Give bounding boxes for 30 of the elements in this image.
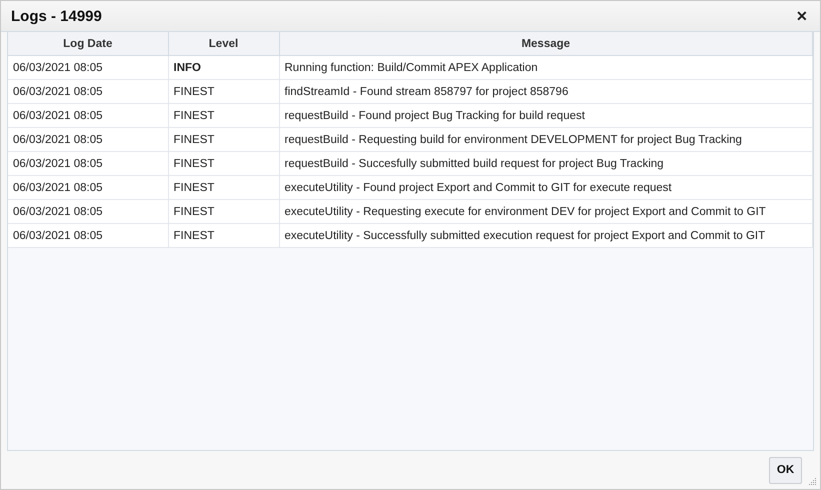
table-cell: requestBuild - Found project Bug Tracking for build request <box>279 104 812 128</box>
table-cell: executeUtility - Successfully submitted execution request for project Export and Commit to GIT <box>279 224 812 248</box>
table-cell: 06/03/2021 08:05 <box>8 176 168 200</box>
table-cell: FINEST <box>168 128 279 152</box>
window-title: Logs - 14999 <box>11 8 102 24</box>
table-cell: 06/03/2021 08:05 <box>8 224 168 248</box>
table-cell: executeUtility - Found project Export and Commit to GIT for execute request <box>279 176 812 200</box>
table-cell: FINEST <box>168 104 279 128</box>
column-header[interactable]: Message <box>279 32 812 56</box>
table-cell: 06/03/2021 08:05 <box>8 104 168 128</box>
table-cell: executeUtility - Requesting execute for environment DEV for project Export and Commit to GIT <box>279 200 812 224</box>
table-cell: FINEST <box>168 200 279 224</box>
table-cell: 06/03/2021 08:05 <box>8 56 168 80</box>
table-cell: findStreamId - Found stream 858797 for project 858796 <box>279 80 812 104</box>
table-cell: 06/03/2021 08:05 <box>8 200 168 224</box>
table-cell: FINEST <box>168 176 279 200</box>
table-cell: Running function: Build/Commit APEX Application <box>279 56 812 80</box>
table-cell: 06/03/2021 08:05 <box>8 152 168 176</box>
table-cell: INFO <box>168 56 279 80</box>
column-header[interactable]: Log Date <box>8 32 168 56</box>
table-cell: FINEST <box>168 80 279 104</box>
table-cell: requestBuild - Requesting build for environment DEVELOPMENT for project Bug Tracking <box>279 128 812 152</box>
column-header[interactable]: Level <box>168 32 279 56</box>
table-cell: 06/03/2021 08:05 <box>8 80 168 104</box>
table-cell: requestBuild - Succesfully submitted build request for project Bug Tracking <box>279 152 812 176</box>
table-cell: FINEST <box>168 224 279 248</box>
close-button[interactable]: ✕ <box>794 8 810 24</box>
table-cell: 06/03/2021 08:05 <box>8 128 168 152</box>
ok-button[interactable]: OK <box>769 456 802 484</box>
table-cell: FINEST <box>168 152 279 176</box>
